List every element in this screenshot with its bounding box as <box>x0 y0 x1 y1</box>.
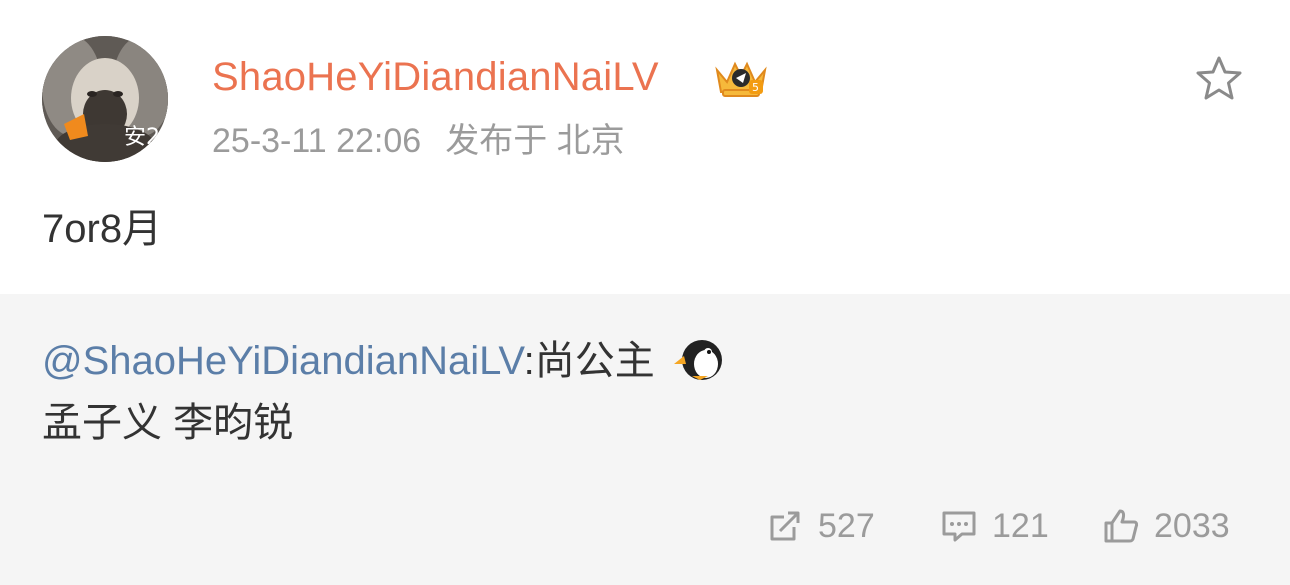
comment-button[interactable]: 121 <box>940 498 1049 554</box>
location: 发布于 北京 <box>445 122 625 160</box>
comment-count: 121 <box>992 506 1049 545</box>
avatar[interactable]: 安2 <box>42 36 168 162</box>
penguin-icon <box>673 340 722 380</box>
quoted-post[interactable]: @ShaoHeYiDiandianNaiLV:尚公主 孟子义 李昀锐 527 1… <box>0 294 1290 585</box>
repost-count: 527 <box>818 506 875 545</box>
repost-button[interactable]: 527 <box>766 498 875 554</box>
author-name[interactable]: ShaoHeYiDiandianNaiLV <box>212 52 659 102</box>
crown-badge-icon[interactable]: 5 <box>713 56 769 100</box>
post-meta: 25-3-11 22:06 发布于 北京 <box>212 120 625 162</box>
like-count: 2033 <box>1154 506 1230 545</box>
quoted-line-1: @ShaoHeYiDiandianNaiLV:尚公主 <box>42 334 724 386</box>
quoted-line-2: 孟子义 李昀锐 <box>42 401 294 445</box>
star-icon[interactable] <box>1194 54 1244 104</box>
timestamp: 25-3-11 22:06 <box>212 122 422 160</box>
comment-icon <box>942 511 976 542</box>
quoted-text: :尚公主 <box>523 339 655 383</box>
like-button[interactable]: 2033 <box>1102 498 1230 554</box>
avatar-badge: 安2 <box>124 125 160 150</box>
avatar-image: 安2 <box>42 36 168 162</box>
mention-link[interactable]: @ShaoHeYiDiandianNaiLV <box>42 339 524 383</box>
post-content: 7or8月 <box>42 207 163 251</box>
repost-icon <box>770 511 800 541</box>
thumbs-up-icon <box>1104 509 1139 543</box>
svg-text:5: 5 <box>752 81 759 94</box>
action-bar: 527 121 2033 <box>0 498 1290 554</box>
